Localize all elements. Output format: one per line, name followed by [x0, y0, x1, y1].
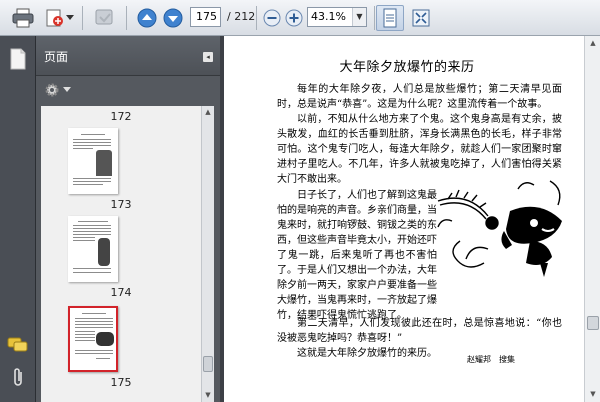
document-scrollbar[interactable]: ▲ ▼: [584, 36, 600, 402]
document-page: 大年除夕放爆竹的来历 每年的大年除夕夜，人们总是放些爆竹；第二天清早见面时，总是…: [232, 36, 582, 402]
thumbnail-label: 175: [110, 376, 132, 389]
thumbnail-label: 174: [110, 286, 132, 299]
next-page-icon[interactable]: [160, 5, 186, 31]
zoom-in-icon[interactable]: [281, 5, 307, 31]
page-thumbnail[interactable]: [68, 128, 118, 194]
document-view: 大年除夕放爆竹的来历 每年的大年除夕夜，人们总是放些爆竹；第二天清早见面时，总是…: [224, 36, 600, 402]
comments-icon[interactable]: [7, 334, 29, 356]
navigation-rail: [0, 36, 36, 402]
scrollbar-thumb[interactable]: [587, 316, 599, 330]
document-credit: 赵耀邦 搜集: [467, 355, 515, 364]
attachment-paperclip-icon[interactable]: [7, 366, 29, 388]
scroll-up-arrow-icon[interactable]: ▲: [202, 106, 214, 118]
pages-panel-header: 页面 ◂: [36, 36, 220, 76]
document-title: 大年除夕放爆竹的来历: [339, 60, 475, 75]
zoom-level-select[interactable]: 43.1% ▼: [307, 7, 367, 27]
scrollbar-thumb[interactable]: [203, 356, 213, 372]
thumbnail-label: 173: [110, 198, 132, 211]
zoom-level-value: 43.1%: [311, 10, 346, 23]
page-number-input[interactable]: 175: [190, 7, 221, 27]
thumbnail-label: 172: [110, 110, 132, 123]
document-paragraph: 每年的大年除夕夜，人们总是放些爆竹；第二天清早见面时，总是说声“恭喜”。这是为什…: [277, 84, 562, 110]
gear-icon: [45, 83, 59, 97]
pages-panel: 页面 ◂ 172 173 174 175 ▲ ▼: [36, 36, 220, 402]
document-paragraph: 这就是大年除夕放爆竹的来历。: [297, 348, 437, 359]
toolbar-separator: [256, 6, 257, 30]
thumbnails-scrollbar[interactable]: ▲ ▼: [201, 106, 214, 402]
scroll-down-arrow-icon[interactable]: ▼: [202, 389, 214, 401]
page-thumbnail-current[interactable]: [68, 306, 118, 372]
export-dropdown-icon[interactable]: [64, 5, 76, 31]
pages-panel-title: 页面: [44, 50, 69, 64]
document-paragraph: 日子长了，人们也了解到这鬼最怕的是响亮的声音。乡亲们商量，当鬼来时，就打响锣鼓、…: [277, 190, 437, 321]
page-total-label: / 212: [227, 10, 256, 23]
toolbar: 175 / 212 43.1% ▼: [0, 0, 600, 36]
page-thumbnails-list: 172 173 174 175: [41, 106, 201, 402]
pdf-reader-window: 175 / 212 43.1% ▼ 页面 ◂ 172 173 174 175 ▲…: [0, 0, 600, 402]
toolbar-separator: [126, 6, 127, 30]
pages-panel-icon[interactable]: [7, 48, 29, 70]
review-icon[interactable]: [92, 5, 118, 31]
print-icon[interactable]: [10, 5, 36, 31]
previous-page-icon[interactable]: [134, 5, 160, 31]
collapse-panel-icon[interactable]: ◂: [203, 52, 213, 62]
chevron-down-icon[interactable]: ▼: [352, 8, 366, 26]
firecracker-ghost-illustration: [437, 180, 562, 277]
scroll-down-arrow-icon[interactable]: ▼: [587, 388, 599, 400]
toolbar-separator: [374, 6, 375, 30]
options-menu-button[interactable]: [44, 81, 72, 99]
document-paragraph: 第二天清早，人们发现彼此还在时，总是惊喜地说：“你也没被恶鬼吃掉吗？恭喜呀！”: [277, 318, 562, 344]
page-thumbnail[interactable]: [68, 216, 118, 282]
toolbar-separator: [82, 6, 83, 30]
chevron-down-icon: [63, 87, 71, 92]
full-screen-icon[interactable]: [408, 5, 434, 31]
scroll-up-arrow-icon[interactable]: ▲: [587, 37, 599, 49]
scrolling-mode-icon[interactable]: [376, 5, 404, 31]
